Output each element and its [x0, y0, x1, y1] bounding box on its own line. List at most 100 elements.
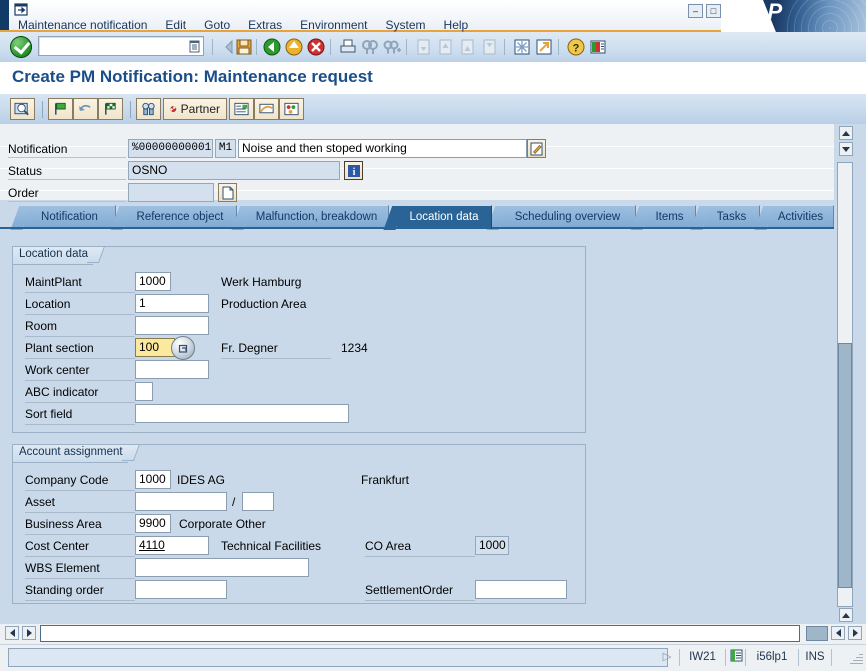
create-shortcut-icon[interactable]: [534, 37, 554, 57]
hscroll-right-button[interactable]: [848, 626, 862, 640]
header-scroll-down-button[interactable]: [839, 142, 853, 156]
tab-tasks[interactable]: Tasks: [704, 205, 760, 229]
co-area-field[interactable]: 1000: [475, 536, 509, 555]
command-field[interactable]: [38, 36, 204, 56]
flag-checkered-button[interactable]: [98, 98, 123, 120]
tab-notification[interactable]: Notification: [24, 205, 116, 229]
object-info-button[interactable]: [279, 98, 304, 120]
abc-indicator-field[interactable]: [135, 382, 153, 401]
menu-item-goto[interactable]: Goto: [195, 18, 239, 33]
command-history-icon[interactable]: [189, 40, 201, 53]
wbs-element-field[interactable]: [135, 558, 309, 577]
tab-location-data[interactable]: Location data: [397, 205, 492, 229]
info-blue-icon[interactable]: i: [344, 161, 363, 180]
toolbar-separator: [406, 39, 407, 55]
horizontal-scrollbar-thumb[interactable]: [806, 626, 828, 641]
command-input[interactable]: [39, 37, 181, 55]
bottom-scroll-track[interactable]: [40, 625, 800, 642]
chevron-down-icon: [842, 146, 850, 152]
sap-session-icon[interactable]: [14, 3, 30, 17]
last-page-icon[interactable]: [480, 37, 500, 57]
resize-grip[interactable]: [849, 651, 863, 665]
menu-item-edit[interactable]: Edit: [156, 18, 195, 33]
maintplant-field[interactable]: 1000: [135, 272, 171, 291]
back-green-icon[interactable]: [262, 37, 282, 57]
find-partner-button[interactable]: [136, 98, 161, 120]
menu-item-extras[interactable]: Extras: [239, 18, 291, 33]
header-scroll-up-button[interactable]: [839, 126, 853, 140]
tab-scheduling-overview[interactable]: Scheduling overview: [500, 205, 636, 229]
menu-item-system[interactable]: System: [377, 18, 435, 33]
company-code-field[interactable]: 1000: [135, 470, 171, 489]
customize-layout-icon[interactable]: [588, 37, 608, 57]
document-new-icon[interactable]: [218, 183, 237, 202]
save-icon[interactable]: [234, 37, 254, 57]
notification-type-field[interactable]: M1: [215, 139, 236, 158]
minimize-button[interactable]: –: [688, 4, 703, 18]
nav-previous-button[interactable]: [5, 626, 19, 640]
location-label: Location: [25, 297, 71, 311]
asset-subnumber-field[interactable]: [242, 492, 274, 511]
settlement-order-field[interactable]: [475, 580, 567, 599]
notification-description-field[interactable]: Noise and then stoped working: [238, 139, 527, 158]
menu-item-environment[interactable]: Environment: [291, 18, 376, 33]
cost-center-field[interactable]: 4110: [135, 536, 209, 555]
next-page-icon[interactable]: [458, 37, 478, 57]
standing-order-field[interactable]: [135, 580, 227, 599]
partner-button-label: Partner: [180, 102, 220, 116]
standing-order-label: Standing order: [25, 583, 104, 597]
find-next-icon[interactable]: [382, 37, 402, 57]
sort-field-input[interactable]: [135, 404, 349, 423]
plant-section-field[interactable]: 100: [135, 338, 175, 357]
enter-button[interactable]: [10, 36, 32, 58]
menu-item-help[interactable]: Help: [435, 18, 478, 33]
transaction-servers-icon[interactable]: [725, 649, 745, 666]
maintplant-label: MaintPlant: [25, 275, 82, 289]
order-field[interactable]: [128, 183, 214, 202]
room-field[interactable]: [135, 316, 209, 335]
previous-page-icon[interactable]: [436, 37, 456, 57]
asset-field[interactable]: [135, 492, 227, 511]
partner-button[interactable]: Partner: [163, 98, 227, 120]
status-expand-icon[interactable]: ▷: [655, 649, 679, 666]
business-area-text: Corporate Other: [179, 517, 266, 531]
hscroll-left-button[interactable]: [831, 626, 845, 640]
tab-label: Reference object: [136, 211, 224, 223]
business-area-label: Business Area: [25, 517, 102, 531]
business-area-field[interactable]: 9900: [135, 514, 171, 533]
nav-next-button[interactable]: [22, 626, 36, 640]
tab-reference-object[interactable]: Reference object: [124, 205, 237, 229]
status-field[interactable]: OSNO: [128, 161, 340, 180]
exit-yellow-icon[interactable]: [284, 37, 304, 57]
ripple-decoration: [782, 0, 866, 32]
location-field[interactable]: 1: [135, 294, 209, 313]
work-center-label: Work center: [25, 363, 90, 377]
flag-green-button[interactable]: [48, 98, 73, 120]
new-session-icon[interactable]: [512, 37, 532, 57]
tab-malfunction-breakdown[interactable]: Malfunction, breakdown: [245, 205, 389, 229]
work-center-field[interactable]: [135, 360, 209, 379]
edit-pencil-icon[interactable]: [527, 139, 546, 158]
flag-undo-button[interactable]: [73, 98, 98, 120]
notification-number-field[interactable]: %00000000001: [128, 139, 213, 158]
tab-activities[interactable]: Activities: [768, 205, 834, 229]
first-page-icon[interactable]: [414, 37, 434, 57]
help-icon[interactable]: ?: [566, 37, 586, 57]
maximize-button[interactable]: □: [706, 4, 721, 18]
display-overview-button[interactable]: [10, 98, 35, 120]
cost-center-label: Cost Center: [25, 539, 90, 553]
print-icon[interactable]: [338, 37, 358, 57]
main-vertical-scrollbar[interactable]: [837, 162, 853, 607]
action-log-button[interactable]: [254, 98, 279, 120]
company-code-city: Frankfurt: [361, 473, 410, 487]
menu-item-maintenance-notification[interactable]: Maintenance notification: [9, 18, 156, 33]
long-text-button[interactable]: [229, 98, 254, 120]
cancel-red-icon[interactable]: [306, 37, 326, 57]
toolbar-separator: [504, 39, 505, 55]
scroll-up-button[interactable]: [839, 608, 853, 622]
search-help-icon[interactable]: [171, 336, 195, 360]
find-icon[interactable]: [360, 37, 380, 57]
scrollbar-thumb[interactable]: [838, 343, 852, 588]
plant-section-label: Plant section: [25, 341, 94, 355]
tab-items[interactable]: Items: [644, 205, 696, 229]
